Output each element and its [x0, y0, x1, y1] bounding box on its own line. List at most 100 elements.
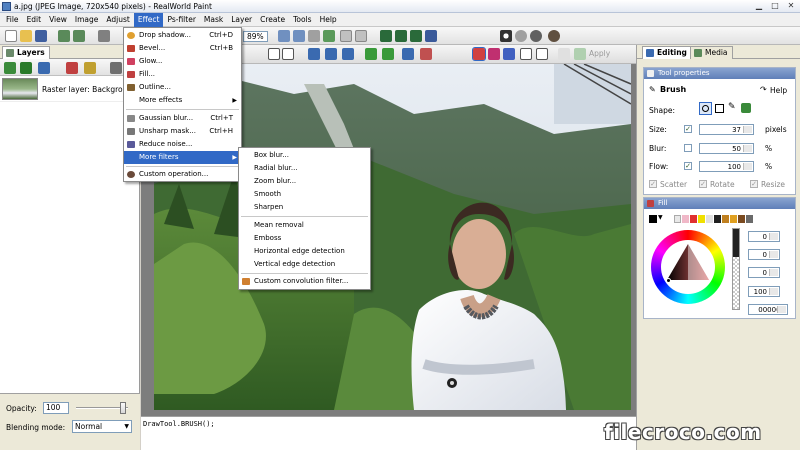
menu-item-unsharp-mask[interactable]: Unsharp mask... Ctrl+H [124, 125, 241, 138]
fill-mode-dropdown[interactable] [649, 215, 657, 223]
help-link[interactable]: Help [770, 86, 787, 95]
zoom-out-icon[interactable] [293, 30, 305, 42]
circle-shape-icon[interactable] [699, 102, 712, 115]
swatch[interactable] [698, 215, 705, 223]
crop-icon[interactable] [98, 30, 110, 42]
swatch[interactable] [722, 215, 729, 223]
move-up-icon[interactable] [38, 62, 50, 74]
menu-ps-filter[interactable]: Ps-filter [163, 13, 199, 27]
fill-alpha-value[interactable]: 100 [748, 286, 780, 297]
scatter-checkbox[interactable]: ✓ [649, 180, 657, 188]
blend-multi-icon[interactable] [488, 48, 500, 60]
help-icon[interactable]: ↷ [760, 85, 767, 94]
fit-window-icon[interactable] [308, 30, 320, 42]
swatch[interactable] [690, 215, 697, 223]
menu-item-more-filters[interactable]: More filters ▶ [124, 151, 241, 164]
new-layer-icon[interactable] [4, 62, 16, 74]
fill-hex-value[interactable]: 000000 [748, 304, 788, 315]
flow-input[interactable]: 100 [699, 161, 754, 172]
pen-tool-icon[interactable] [536, 48, 548, 60]
color-picker-dot[interactable] [666, 278, 671, 283]
menu-item-drop-shadow[interactable]: Drop shadow... Ctrl+D [124, 29, 241, 42]
swatch[interactable] [714, 215, 721, 223]
maximize-button[interactable]: □ [768, 1, 782, 12]
saturation-icon[interactable] [530, 30, 542, 42]
swatch[interactable] [730, 215, 737, 223]
color-wheel[interactable] [651, 230, 725, 304]
save-icon[interactable] [35, 30, 47, 42]
brush-shape-icon[interactable] [268, 48, 280, 60]
texture-icon[interactable] [420, 48, 432, 60]
opacity-slider-thumb[interactable] [120, 402, 126, 414]
zoom-in-icon[interactable] [278, 30, 290, 42]
menu-view[interactable]: View [45, 13, 71, 27]
pencil-tool-icon[interactable] [558, 48, 570, 60]
palette-icon[interactable] [380, 30, 392, 42]
menu-mask[interactable]: Mask [200, 13, 227, 27]
submenu-item-sharpen[interactable]: Sharpen [239, 201, 370, 214]
user-icon[interactable] [548, 30, 560, 42]
blur-input[interactable]: 50 [699, 143, 754, 154]
menu-create[interactable]: Create [256, 13, 289, 27]
tab-editing[interactable]: Editing [642, 46, 692, 59]
submenu-item-emboss[interactable]: Emboss [239, 232, 370, 245]
menu-item-more-effects[interactable]: More effects ▶ [124, 94, 241, 107]
layers-icon[interactable] [395, 30, 407, 42]
new-file-icon[interactable] [5, 30, 17, 42]
tab-media[interactable]: Media [690, 46, 733, 59]
swatch[interactable] [674, 215, 681, 223]
rotate-checkbox[interactable]: ✓ [699, 180, 707, 188]
square-shape-icon[interactable] [715, 104, 724, 113]
grid-icon[interactable] [340, 30, 352, 42]
shape-polygon-icon[interactable] [325, 48, 337, 60]
submenu-item-box-blur[interactable]: Box blur... [239, 149, 370, 162]
custom-shape-icon[interactable] [741, 103, 751, 113]
actual-size-icon[interactable] [323, 30, 335, 42]
menu-item-outline[interactable]: Outline... [124, 81, 241, 94]
submenu-item-radial-blur[interactable]: Radial blur... [239, 162, 370, 175]
swatch[interactable] [706, 215, 713, 223]
line-tool-icon[interactable] [520, 48, 532, 60]
submenu-item-vertical-edge[interactable]: Vertical edge detection [239, 258, 370, 271]
menu-image[interactable]: Image [71, 13, 103, 27]
blend-red-icon[interactable] [472, 47, 486, 61]
opacity-input[interactable]: 100 [43, 402, 69, 414]
shape-rect-icon[interactable] [308, 48, 320, 60]
flow-checkbox[interactable]: ✓ [684, 162, 692, 170]
menu-file[interactable]: File [2, 13, 23, 27]
lightness-slider[interactable] [732, 228, 740, 310]
fill-value-1[interactable]: 0 [748, 231, 780, 242]
menu-item-fill[interactable]: Fill... [124, 68, 241, 81]
blend-blue-icon[interactable] [503, 48, 515, 60]
fill-mode-icon[interactable] [365, 48, 377, 60]
submenu-item-mean-removal[interactable]: Mean removal [239, 219, 370, 232]
delete-layer-icon[interactable] [110, 62, 122, 74]
swatch[interactable] [746, 215, 753, 223]
stroke-style-icon[interactable] [282, 48, 294, 60]
redo-icon[interactable] [73, 30, 85, 42]
fullscreen-icon[interactable] [355, 30, 367, 42]
undo-icon[interactable] [58, 30, 70, 42]
menu-help[interactable]: Help [316, 13, 341, 27]
menu-item-reduce-noise[interactable]: Reduce noise... [124, 138, 241, 151]
submenu-item-zoom-blur[interactable]: Zoom blur... [239, 175, 370, 188]
fill-value-3[interactable]: 0 [748, 267, 780, 278]
close-button[interactable]: ✕ [784, 1, 798, 12]
image-layer-icon[interactable] [66, 62, 78, 74]
size-input[interactable]: 37 [699, 124, 754, 135]
console-output[interactable]: DrawTool.BRUSH(); [141, 416, 636, 450]
zoom-value[interactable]: 89% [243, 31, 268, 42]
shape-star-icon[interactable] [342, 48, 354, 60]
menu-item-custom-operation[interactable]: Custom operation... [124, 168, 241, 181]
menu-edit[interactable]: Edit [23, 13, 46, 27]
menu-tools[interactable]: Tools [289, 13, 315, 27]
submenu-item-smooth[interactable]: Smooth [239, 188, 370, 201]
tab-layers[interactable]: Layers [2, 46, 50, 59]
minimize-button[interactable]: ▁ [752, 1, 766, 12]
menu-effect[interactable]: Effect [133, 12, 164, 27]
menu-item-glow[interactable]: Glow... [124, 55, 241, 68]
blur-checkbox[interactable] [684, 144, 692, 152]
open-folder-icon[interactable] [20, 30, 32, 42]
menu-layer[interactable]: Layer [227, 13, 256, 27]
outline-mode-icon[interactable] [382, 48, 394, 60]
